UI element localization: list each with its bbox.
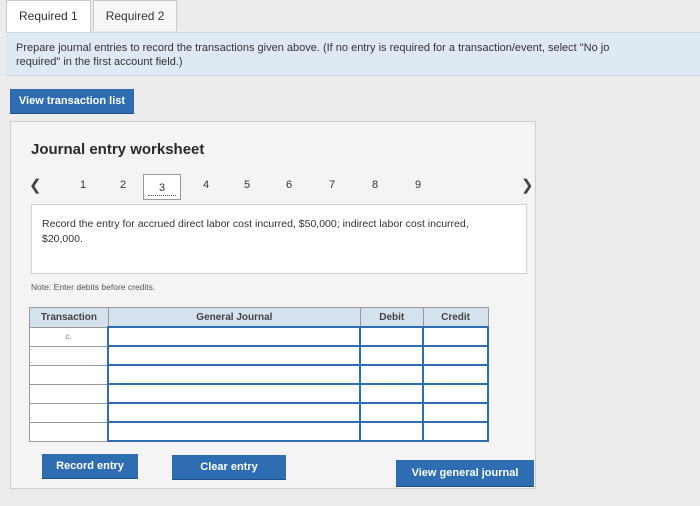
requirement-tabs: Required 1 Required 2 <box>6 0 179 34</box>
debit-input[interactable] <box>359 326 425 347</box>
page-4[interactable]: 4 <box>199 179 213 191</box>
entry-note: Note: Enter debits before credits. <box>31 282 156 292</box>
transaction-cell <box>29 345 109 366</box>
header-credit: Credit <box>422 307 489 328</box>
table-row <box>29 383 489 404</box>
view-general-journal-button[interactable]: View general journal <box>396 460 534 486</box>
transaction-cell <box>29 402 109 423</box>
chevron-right-icon[interactable]: ❯ <box>521 176 534 194</box>
tab-required-2[interactable]: Required 2 <box>92 0 178 31</box>
credit-input[interactable] <box>422 421 489 442</box>
account-input[interactable] <box>107 421 361 442</box>
account-input[interactable] <box>107 383 361 404</box>
credit-input[interactable] <box>422 383 489 404</box>
table-row <box>29 364 489 385</box>
account-input[interactable] <box>107 345 361 366</box>
header-debit: Debit <box>359 307 424 328</box>
page-1[interactable]: 1 <box>76 179 90 191</box>
credit-input[interactable] <box>422 402 489 423</box>
instructions-line-1: Prepare journal entries to record the tr… <box>16 42 610 54</box>
credit-input[interactable] <box>422 345 489 366</box>
prompt-text: Record the entry for accrued direct labo… <box>42 218 469 245</box>
page-9[interactable]: 9 <box>411 179 425 191</box>
header-general-journal: General Journal <box>107 307 361 328</box>
debit-input[interactable] <box>359 345 425 366</box>
table-row: c. <box>29 326 489 347</box>
view-transaction-list-button[interactable]: View transaction list <box>10 89 134 113</box>
transaction-cell <box>29 421 109 442</box>
instructions-line-2: required" in the first account field.) <box>16 56 183 68</box>
account-input[interactable] <box>107 364 361 385</box>
table-row <box>29 345 489 366</box>
transaction-cell: c. <box>29 326 109 347</box>
transaction-prompt: Record the entry for accrued direct labo… <box>31 204 527 274</box>
account-input[interactable] <box>107 402 361 423</box>
account-input[interactable] <box>107 326 361 347</box>
page-5[interactable]: 5 <box>240 179 254 191</box>
debit-input[interactable] <box>359 402 425 423</box>
worksheet-title: Journal entry worksheet <box>31 141 205 158</box>
chevron-left-icon[interactable]: ❮ <box>29 176 42 194</box>
page-2[interactable]: 2 <box>116 179 130 191</box>
table-row <box>29 402 489 423</box>
transaction-cell <box>29 383 109 404</box>
transaction-cell <box>29 364 109 385</box>
page-3-current[interactable]: 3 <box>143 174 181 200</box>
debit-input[interactable] <box>359 364 425 385</box>
instructions-banner: Prepare journal entries to record the tr… <box>6 32 700 76</box>
page-6[interactable]: 6 <box>282 179 296 191</box>
page-8[interactable]: 8 <box>368 179 382 191</box>
credit-input[interactable] <box>422 364 489 385</box>
worksheet-pager: ❮ 1 2 3 4 5 6 7 8 9 ❯ <box>29 174 534 200</box>
record-entry-button[interactable]: Record entry <box>42 454 138 478</box>
journal-table: Transaction General Journal Debit Credit… <box>29 307 489 442</box>
debit-input[interactable] <box>359 383 425 404</box>
journal-entry-worksheet: Journal entry worksheet ❮ 1 2 3 4 5 6 7 … <box>10 121 536 489</box>
tab-required-1[interactable]: Required 1 <box>6 0 91 34</box>
table-row <box>29 421 489 442</box>
debit-input[interactable] <box>359 421 425 442</box>
page-7[interactable]: 7 <box>325 179 339 191</box>
credit-input[interactable] <box>422 326 489 347</box>
header-transaction: Transaction <box>29 307 109 328</box>
clear-entry-button[interactable]: Clear entry <box>172 455 286 479</box>
